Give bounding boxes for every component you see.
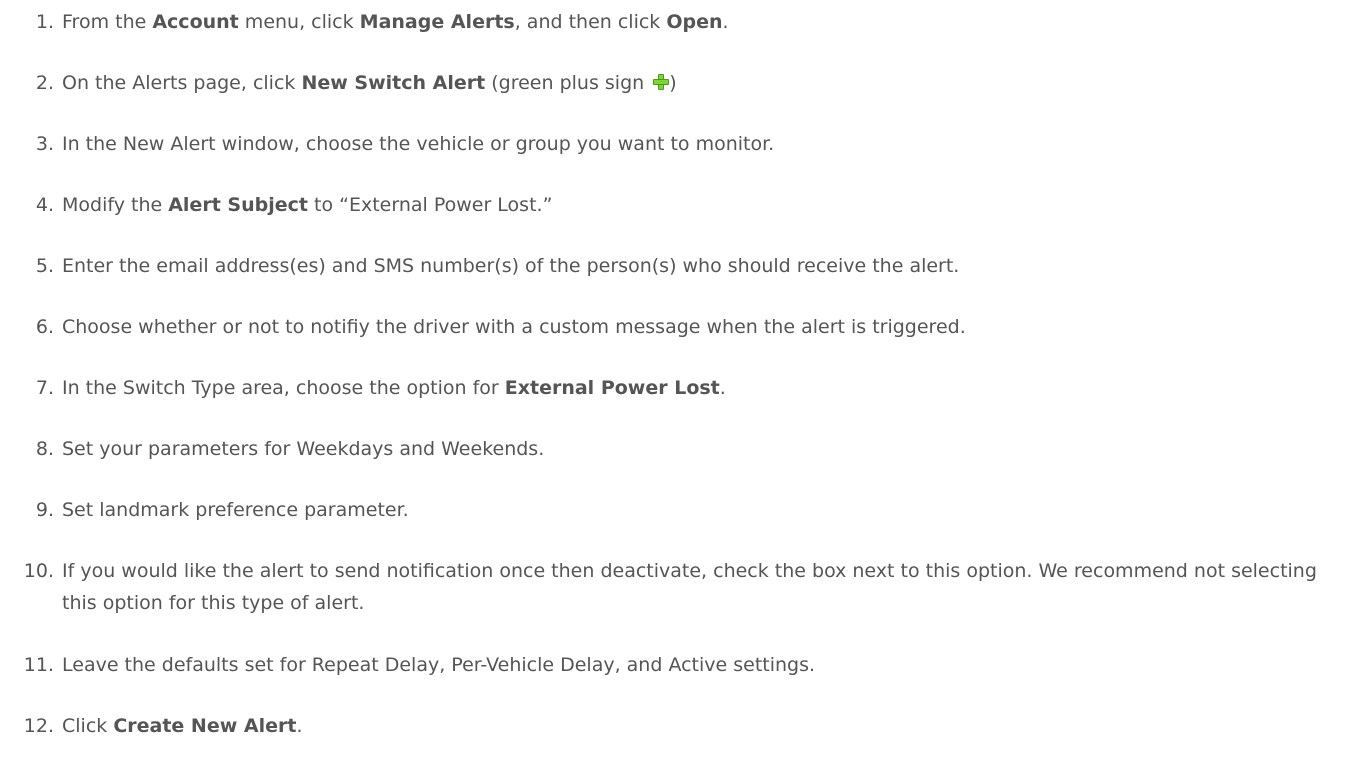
step-number: 11. — [23, 654, 54, 676]
step-text: Enter the email address(es) and SMS numb… — [62, 255, 960, 277]
step-number: 12. — [23, 715, 54, 737]
step-text: Set landmark preference parameter. — [62, 499, 409, 521]
step-text: On the Alerts page, click New Switch Ale… — [62, 72, 677, 94]
step-number: 4. — [35, 194, 54, 216]
step-number: 1. — [35, 11, 54, 33]
step-number: 5. — [35, 255, 54, 277]
step-text: Set your parameters for Weekdays and Wee… — [62, 438, 545, 460]
green-plus-icon — [653, 74, 670, 90]
step-text: Leave the defaults set for Repeat Delay,… — [62, 654, 816, 676]
step-text: Choose whether or not to notifiy the dri… — [62, 316, 966, 338]
step-number: 7. — [35, 377, 54, 399]
step-text: In the Switch Type area, choose the opti… — [62, 377, 726, 399]
step-text: Modify the Alert Subject to “External Po… — [62, 194, 553, 216]
step-text: Click Create New Alert. — [62, 715, 303, 737]
step-number: 9. — [35, 499, 54, 521]
create-new-alert-ref: Create New Alert — [113, 715, 297, 737]
alert-subject-ref: Alert Subject — [168, 194, 308, 216]
step-text: If you would like the alert to send noti… — [62, 560, 1317, 614]
step-number: 2. — [35, 72, 54, 94]
step-text: In the New Alert window, choose the vehi… — [62, 133, 775, 155]
account-menu-ref: Account — [152, 11, 239, 33]
external-power-lost-ref: External Power Lost — [504, 377, 720, 399]
step-number: 8. — [35, 438, 54, 460]
step-number: 10. — [23, 560, 54, 582]
step-number: 6. — [35, 316, 54, 338]
open-ref: Open — [666, 11, 723, 33]
manage-alerts-ref: Manage Alerts — [359, 11, 515, 33]
step-number: 3. — [35, 133, 54, 155]
step-text: From the Account menu, click Manage Aler… — [62, 11, 729, 33]
new-switch-alert-ref: New Switch Alert — [301, 72, 486, 94]
